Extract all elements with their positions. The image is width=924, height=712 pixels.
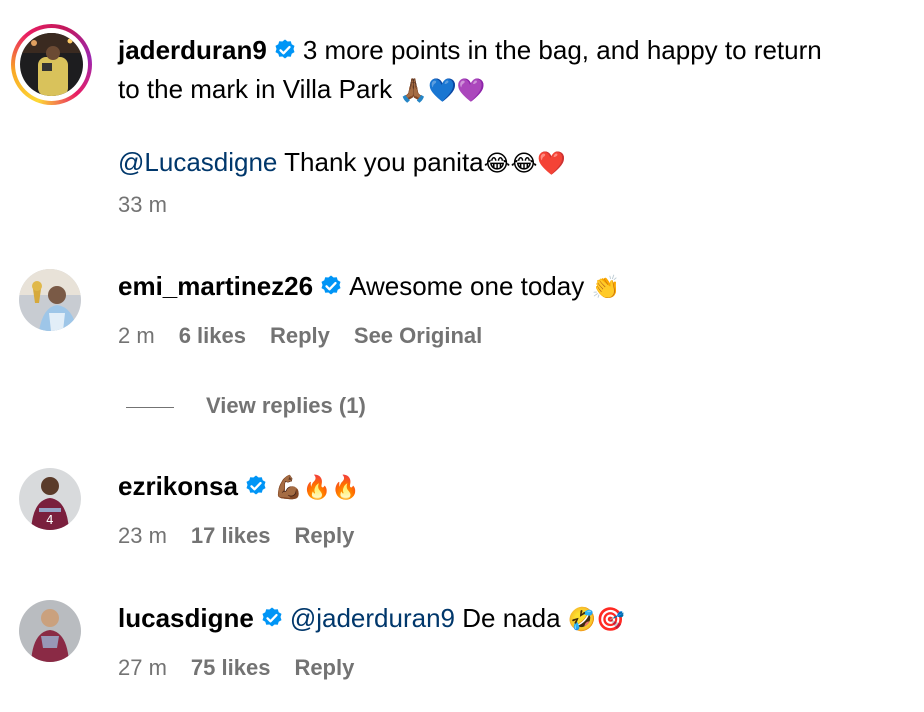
mention-link[interactable]: @Lucasdigne [118,147,277,177]
comment-meta: 27 m 75 likes Reply [118,654,378,682]
verified-badge-icon [260,603,284,639]
avatar[interactable]: 4 [19,468,81,530]
avatar [20,33,83,96]
reply-button[interactable]: Reply [294,523,354,548]
reply-button[interactable]: Reply [270,323,330,348]
post-caption: jaderduran9 3 more points in the bag, and… [118,32,910,181]
mention-link[interactable]: @jaderduran9 [290,603,455,633]
comment-emojis: 🤣🎯 [567,606,626,632]
caption-text-1: 3 more points in the bag, and happy to r… [302,35,822,65]
username[interactable]: jaderduran9 [118,35,267,65]
caption-line-mention: @Lucasdigne Thank you panita😂😂❤️ [118,144,910,181]
likes-count[interactable]: 17 likes [191,523,271,548]
timestamp[interactable]: 27 m [118,655,167,680]
comment-text: Awesome one today [349,271,585,301]
see-original-button[interactable]: See Original [354,323,482,348]
view-replies-button[interactable]: View replies (1) [126,391,366,421]
verified-badge-icon [273,35,297,71]
caption-line-2: to the mark in Villa Park 🙏🏾💙💜 [118,71,910,108]
username[interactable]: lucasdigne [118,603,254,633]
mention-text: Thank you panita [284,147,484,177]
likes-count[interactable]: 6 likes [179,323,246,348]
avatar[interactable] [19,600,81,662]
comment-line: emi_martinez26 Awesome one today 👏 [118,268,910,307]
caption-emojis: 🙏🏾💙💜 [399,77,486,103]
verified-badge-icon [244,471,268,507]
view-replies-label: View replies (1) [206,393,366,418]
comment-lucasdigne: lucasdigne @jaderduran9 De nada 🤣🎯 [118,600,910,639]
mention-emojis: 😂😂❤️ [483,150,567,176]
reply-button[interactable]: Reply [294,655,354,680]
comment-meta: 23 m 17 likes Reply [118,522,378,550]
username[interactable]: emi_martinez26 [118,271,313,301]
svg-text:4: 4 [46,513,54,527]
comment-text: De nada [462,603,561,633]
post-meta: 33 m [118,191,191,219]
caption-line-1: jaderduran9 3 more points in the bag, and… [118,32,910,71]
avatar[interactable] [19,269,81,331]
comment-emojis: 👏 [591,274,621,300]
comment-ezrikonsa: ezrikonsa 💪🏾🔥🔥 [118,468,910,507]
comment-line: ezrikonsa 💪🏾🔥🔥 [118,468,910,507]
comment-line: lucasdigne @jaderduran9 De nada 🤣🎯 [118,600,910,639]
likes-count[interactable]: 75 likes [191,655,271,680]
comment-meta: 2 m 6 likes Reply See Original [118,322,506,350]
timestamp[interactable]: 23 m [118,523,167,548]
timestamp[interactable]: 2 m [118,323,155,348]
caption-text-2: to the mark in Villa Park [118,74,393,104]
comment-emojis: 💪🏾🔥🔥 [273,474,360,500]
story-ring-avatar-jaderduran9[interactable] [11,24,92,105]
username[interactable]: ezrikonsa [118,471,238,501]
replies-divider [126,406,174,408]
timestamp[interactable]: 33 m [118,192,167,217]
verified-badge-icon [319,271,343,307]
comment-emi-martinez26: emi_martinez26 Awesome one today 👏 [118,268,910,307]
